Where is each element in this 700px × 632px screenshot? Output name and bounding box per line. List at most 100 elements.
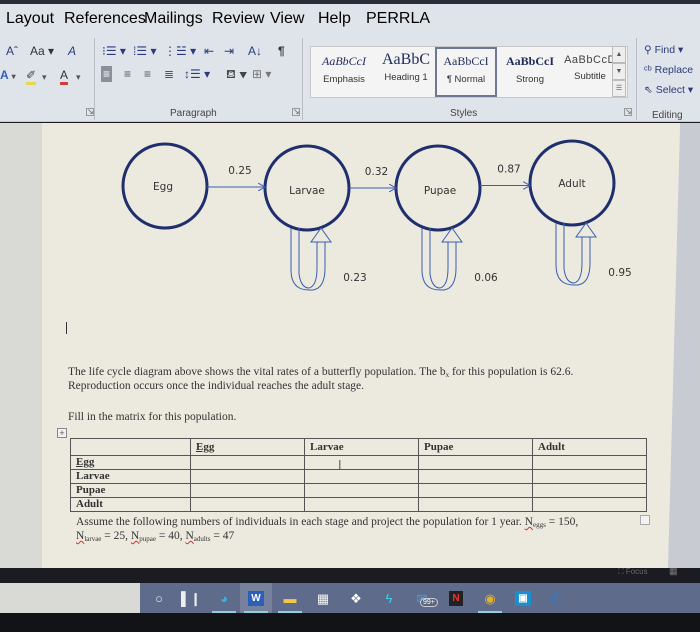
desktop-strip <box>0 583 140 613</box>
matrix-cell[interactable] <box>418 483 533 498</box>
tab-help[interactable]: Help <box>318 10 351 28</box>
table-move-handle-icon[interactable]: + <box>57 428 67 438</box>
col-header-egg[interactable]: Egg <box>190 438 305 456</box>
align-left-icon[interactable]: ≡ <box>101 66 113 82</box>
tab-layout[interactable]: Layout <box>6 10 54 28</box>
transition-rate-label: 0.87 <box>497 164 520 176</box>
matrix-cell[interactable] <box>190 497 305 512</box>
taskbar-edge[interactable]: ◕ <box>208 583 240 613</box>
n-larvae-subscript: larvae <box>84 535 102 543</box>
select-button[interactable]: ⇖ Select ▾ <box>644 84 693 96</box>
group-separator <box>302 38 303 120</box>
tab-review[interactable]: Review <box>212 10 264 28</box>
transition-rate-label: 0.25 <box>228 165 251 177</box>
matrix-cell[interactable] <box>190 455 305 470</box>
taskbar-cortana[interactable]: ○ <box>143 583 175 613</box>
taskbar-mail[interactable]: ✉99+ <box>406 583 438 613</box>
highlight-dropdown-icon[interactable]: ▾ <box>42 70 47 84</box>
matrix-cell[interactable] <box>190 469 305 484</box>
highlight-icon[interactable]: ✐ <box>26 68 37 85</box>
style-strong[interactable]: AaBbCcI Strong <box>499 47 561 97</box>
gallery-scroll-down-icon[interactable]: ▼ <box>612 63 626 80</box>
row-header-egg[interactable]: Egg <box>70 455 191 470</box>
sort-icon[interactable]: A↓ <box>248 44 262 58</box>
row-header-adult[interactable]: Adult <box>70 497 191 512</box>
grow-font-icon[interactable]: Aˆ <box>6 44 18 58</box>
focus-mode-button[interactable]: ⛶ Focus <box>618 567 648 577</box>
matrix-cell[interactable] <box>190 483 305 498</box>
replace-label: Replace <box>654 64 694 76</box>
style-heading-1[interactable]: AaBbC Heading 1 <box>375 47 437 97</box>
population-paragraph-line1: Assume the following numbers of individu… <box>76 516 578 529</box>
n-eggs-label: Neggs <box>525 516 546 529</box>
style-name: Emphasis <box>323 74 365 85</box>
taskbar-file-explorer[interactable]: ▬ <box>274 583 306 613</box>
align-right-icon[interactable]: ≡ <box>144 67 151 81</box>
matrix-cell[interactable] <box>304 455 419 470</box>
font-color-dropdown-icon[interactable]: ▾ <box>76 70 81 84</box>
style-preview: AaBbCcI <box>443 54 489 68</box>
tab-references[interactable]: References <box>64 10 146 28</box>
row-header-pupae[interactable]: Pupae <box>70 483 191 498</box>
taskbar-task-view[interactable]: ▌❙ <box>175 583 207 613</box>
app-bolt-icon: ϟ <box>385 590 393 606</box>
decrease-indent-icon[interactable]: ⇤ <box>204 44 214 58</box>
multilevel-list-icon[interactable]: ⋮☱ ▾ <box>164 44 196 58</box>
table-corner-cell[interactable] <box>70 438 191 456</box>
self-loop-rate-label: 0.06 <box>474 272 498 284</box>
bullets-icon[interactable]: ⁝☰ ▾ <box>102 44 126 58</box>
font-color-icon[interactable]: A <box>60 68 69 85</box>
taskbar-app-tile[interactable]: ▣ <box>507 583 539 613</box>
taskbar-dropbox[interactable]: ❖ <box>340 583 372 613</box>
tab-view[interactable]: View <box>270 10 304 28</box>
ribbon: Layout References Mailings Review View H… <box>0 4 700 122</box>
matrix-cell[interactable] <box>304 497 419 512</box>
matrix-cell[interactable] <box>532 469 647 484</box>
matrix-cell[interactable] <box>532 455 647 470</box>
text-effects-icon[interactable]: A ▾ <box>0 68 16 84</box>
col-header-adult[interactable]: Adult <box>532 438 647 456</box>
taskbar-word[interactable]: W <box>240 583 272 613</box>
taskbar-store[interactable]: ▦ <box>307 583 339 613</box>
tab-mailings[interactable]: Mailings <box>144 10 203 28</box>
increase-indent-icon[interactable]: ⇥ <box>224 44 234 58</box>
font-dialog-launcher-icon[interactable]: ↘ <box>86 108 94 116</box>
style-normal[interactable]: AaBbCcI ¶ Normal <box>435 47 497 97</box>
matrix-cell[interactable] <box>418 469 533 484</box>
find-button[interactable]: ⚲ Find ▾ <box>644 44 683 56</box>
style-emphasis[interactable]: AaBbCcI Emphasis <box>313 47 375 97</box>
row-header-larvae[interactable]: Larvae <box>70 469 191 484</box>
show-formatting-marks-icon[interactable]: ¶ <box>278 44 285 58</box>
numbering-icon[interactable]: ⁞☰ ▾ <box>133 44 156 58</box>
shading-icon[interactable]: ⛾ ▾ <box>226 67 247 81</box>
matrix-cell[interactable] <box>418 455 533 470</box>
replace-button[interactable]: ᶜᵇ Replace <box>644 64 693 76</box>
change-case-button[interactable]: Aa ▾ <box>30 44 54 58</box>
gallery-scroll-up-icon[interactable]: ▲ <box>612 46 626 63</box>
population-text: Assume the following numbers of individu… <box>76 516 525 528</box>
clear-formatting-icon[interactable]: A <box>68 44 76 58</box>
taskbar-chrome[interactable]: ◉ <box>474 583 506 613</box>
life-cycle-diagram: Egg Larvae Pupae Adult 0.25 0.32 0.87 0.23 0.06 0… <box>121 139 632 291</box>
line-spacing-icon[interactable]: ↕☰ ▾ <box>184 67 210 81</box>
styles-dialog-launcher-icon[interactable]: ↘ <box>624 108 632 116</box>
matrix-cell[interactable] <box>532 483 647 498</box>
justify-icon[interactable]: ≣ <box>164 67 174 81</box>
store-icon: ▦ <box>316 590 330 606</box>
read-mode-icon[interactable]: ▦ <box>669 566 678 577</box>
matrix-cell[interactable] <box>418 497 533 512</box>
paragraph-dialog-launcher-icon[interactable]: ↘ <box>292 108 300 116</box>
taskbar-app-bolt[interactable]: ϟ <box>373 583 405 613</box>
matrix-cell[interactable] <box>304 483 419 498</box>
col-header-larvae[interactable]: Larvae <box>304 438 419 456</box>
tab-perrla[interactable]: PERRLA <box>366 10 430 28</box>
matrix-cell[interactable] <box>532 497 647 512</box>
gallery-more-icon[interactable]: ☰ <box>612 80 626 97</box>
align-center-icon[interactable]: ≡ <box>124 67 131 81</box>
col-header-pupae[interactable]: Pupae <box>418 438 533 456</box>
population-paragraph-line2: Nlarvae = 25, Npupae = 40, Nadults = 47 <box>76 530 234 543</box>
taskbar-netflix[interactable]: N <box>440 583 472 613</box>
matrix-cell[interactable] <box>304 469 419 484</box>
borders-icon[interactable]: ⊞ ▾ <box>252 67 271 81</box>
taskbar-app-p[interactable]: ⓟ <box>540 583 572 613</box>
